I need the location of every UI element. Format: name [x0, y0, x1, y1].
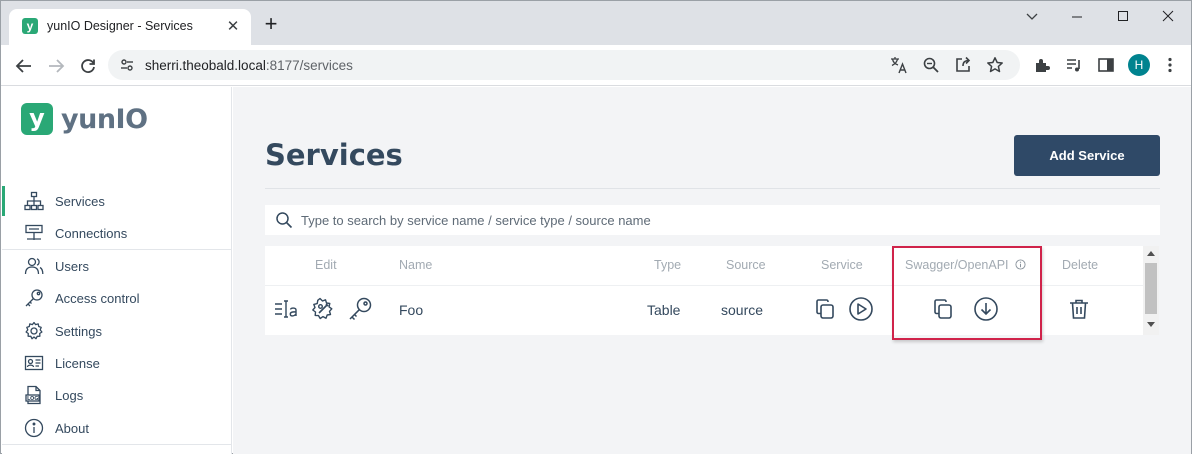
scroll-down-icon[interactable] [1147, 322, 1155, 327]
swagger-highlight-box [892, 246, 1042, 340]
sidebar-item-label: Users [55, 258, 89, 274]
service-type-cell: Table [647, 302, 681, 318]
share-icon[interactable] [953, 55, 973, 75]
tab-title: yunIO Designer - Services [47, 19, 193, 33]
sidebar-item-label: About [55, 420, 89, 436]
sidebar-divider [2, 249, 231, 250]
browser-tab[interactable]: y yunIO Designer - Services ✕ [9, 9, 251, 45]
close-window-icon[interactable] [1153, 7, 1183, 27]
minimize-icon[interactable] [1062, 7, 1092, 27]
favicon-icon: y [22, 18, 38, 34]
info-icon [23, 417, 45, 439]
sidebar-item-about[interactable]: About [2, 413, 231, 443]
tab-search-chevron-icon[interactable] [1017, 7, 1047, 27]
sidebar-item-label: Logs [55, 387, 84, 403]
table-scrollbar[interactable] [1143, 246, 1159, 335]
add-service-button[interactable]: Add Service [1014, 135, 1160, 176]
key-icon [23, 287, 45, 309]
sidebar: y yunIO Services Connections Users Acces… [2, 87, 232, 454]
sidebar-item-label: Connections [55, 225, 128, 241]
sidebar-item-services[interactable]: Services [2, 186, 231, 216]
key-icon[interactable] [346, 295, 374, 323]
zoom-icon[interactable] [921, 55, 941, 75]
site-settings-icon[interactable] [117, 55, 137, 75]
media-controls-icon[interactable] [1064, 55, 1084, 75]
service-name-cell[interactable]: Foo [399, 302, 423, 318]
sidebar-item-label: Settings [55, 323, 102, 339]
browser-toolbar: sherri.theobald.local:8177/services H [1, 45, 1191, 86]
column-header-edit: Edit [315, 258, 337, 272]
url-path: :8177/services [265, 58, 353, 73]
sidebar-item-connections[interactable]: Connections [2, 218, 231, 248]
address-bar[interactable]: sherri.theobald.local:8177/services [108, 50, 1020, 80]
service-source-cell: source [721, 302, 764, 318]
sidebar-item-access-control[interactable]: Access control [2, 283, 231, 313]
new-tab-icon[interactable]: + [260, 13, 282, 35]
sitemap-icon [23, 190, 45, 212]
main-content: Services Add Service Type to search by s… [233, 87, 1191, 454]
browser-menu-icon[interactable] [1160, 55, 1180, 75]
column-header-type[interactable]: Type [654, 258, 681, 272]
connections-icon [23, 222, 45, 244]
url-host: sherri.theobald.local [145, 58, 266, 73]
browser-window: y yunIO Designer - Services ✕ + sherri.t… [0, 0, 1192, 454]
title-divider [265, 188, 1160, 189]
sidebar-item-label: License [55, 355, 100, 371]
search-input[interactable]: Type to search by service name / service… [265, 205, 1160, 235]
log-file-icon: LOG [23, 384, 45, 406]
sidebar-item-users[interactable]: Users [2, 251, 231, 281]
sidebar-divider [2, 444, 231, 445]
users-icon [23, 255, 45, 277]
forward-arrow-icon[interactable] [44, 54, 68, 78]
column-header-source[interactable]: Source [726, 258, 766, 272]
logo-text: yunIO [61, 103, 148, 135]
column-header-delete: Delete [1062, 258, 1099, 272]
search-placeholder: Type to search by service name / service… [301, 213, 651, 228]
delete-trash-icon[interactable] [1065, 295, 1093, 323]
tab-close-icon[interactable]: ✕ [224, 18, 242, 36]
page-title: Services [265, 138, 403, 172]
svg-text:LOG: LOG [27, 396, 38, 402]
back-arrow-icon[interactable] [12, 54, 36, 78]
copy-url-icon[interactable] [811, 295, 839, 323]
tab-strip: y yunIO Designer - Services ✕ + [1, 1, 1191, 45]
search-icon [276, 212, 293, 229]
app-logo[interactable]: y yunIO [21, 102, 148, 136]
rename-icon[interactable] [272, 295, 300, 323]
sidebar-item-license[interactable]: License [2, 348, 231, 378]
translate-icon[interactable] [889, 55, 909, 75]
profile-avatar[interactable]: H [1128, 54, 1150, 76]
bookmark-star-icon[interactable] [985, 55, 1005, 75]
side-panel-icon[interactable] [1096, 55, 1116, 75]
column-header-service: Service [821, 258, 863, 272]
sidebar-item-label: Services [55, 193, 105, 209]
column-header-name[interactable]: Name [399, 258, 432, 272]
sidebar-item-label: Access control [55, 290, 140, 306]
edit-settings-icon[interactable] [309, 295, 337, 323]
sidebar-item-logs[interactable]: LOG Logs [2, 380, 231, 410]
gear-icon [23, 320, 45, 342]
url-text: sherri.theobald.local:8177/services [145, 58, 353, 73]
scroll-up-icon[interactable] [1147, 251, 1155, 256]
extensions-icon[interactable] [1032, 55, 1052, 75]
reload-icon[interactable] [76, 54, 100, 78]
id-card-icon [23, 352, 45, 374]
play-test-icon[interactable] [847, 295, 875, 323]
logo-badge: y [21, 103, 53, 135]
maximize-icon[interactable] [1108, 7, 1138, 27]
sidebar-item-settings[interactable]: Settings [2, 316, 231, 346]
scroll-thumb[interactable] [1145, 263, 1157, 314]
